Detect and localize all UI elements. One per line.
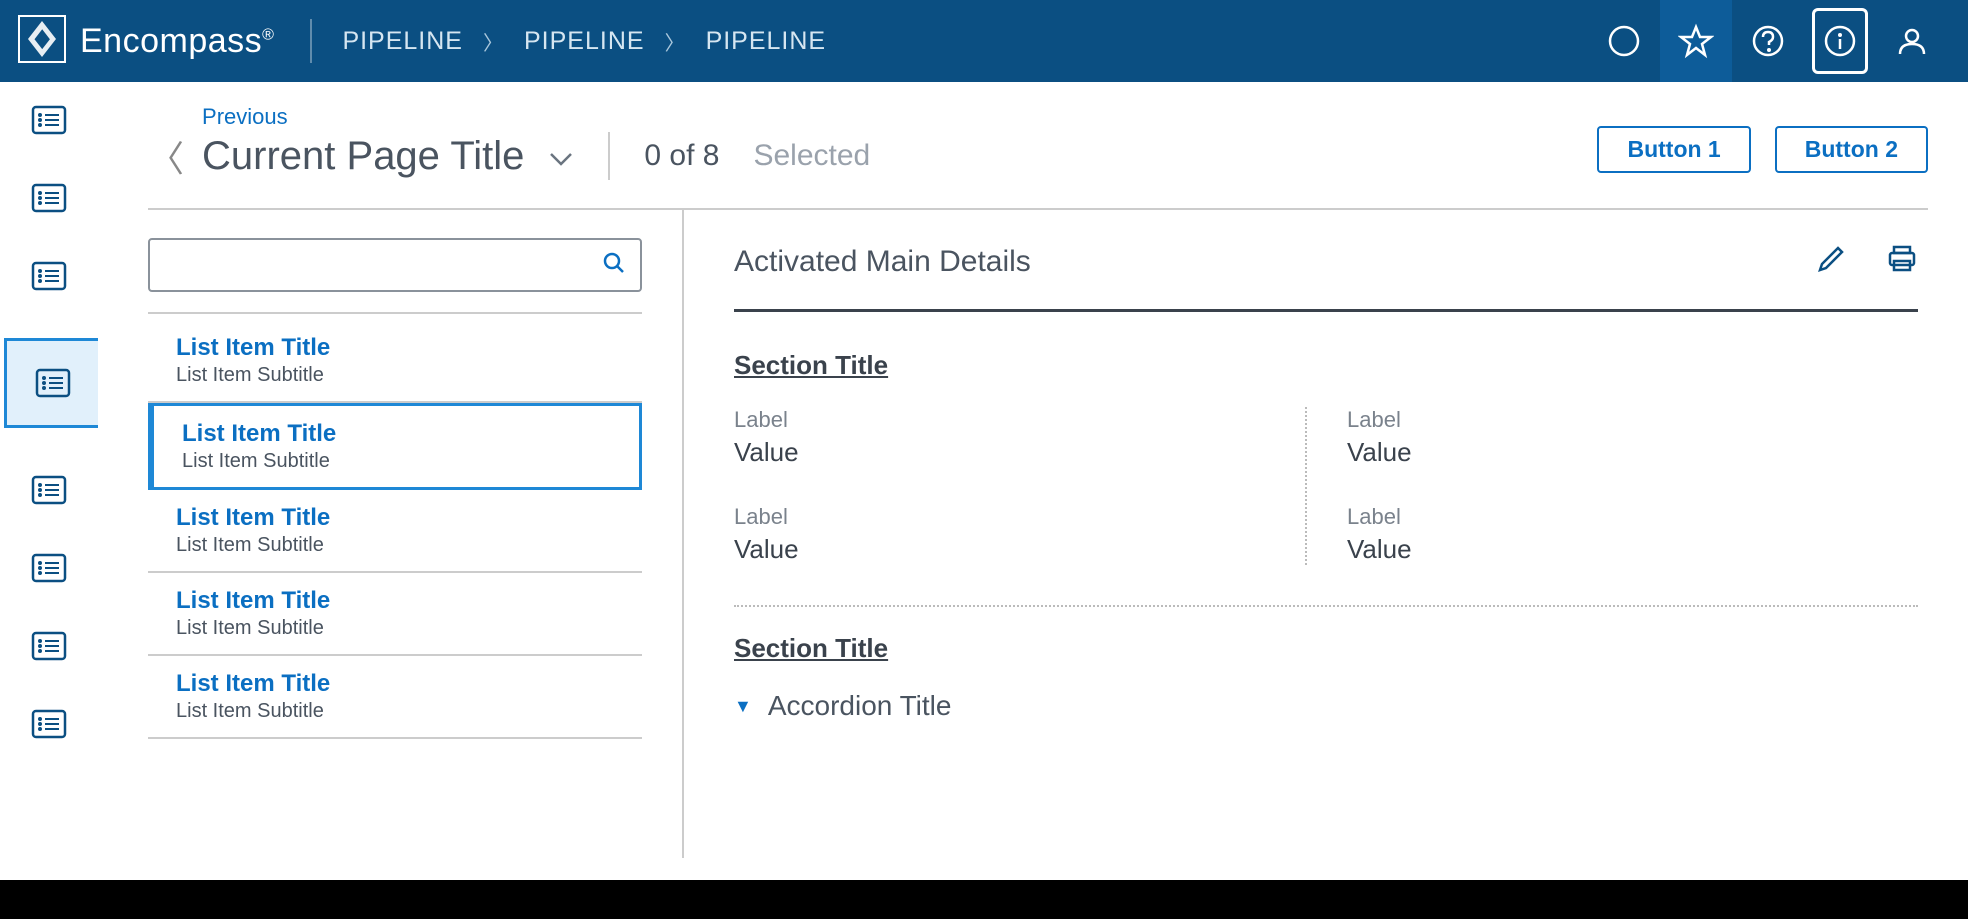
field: Label Value <box>734 407 1275 468</box>
list-item-title: List Item Title <box>176 587 622 615</box>
page-header: 〈 Previous Current Page Title 0 of 8 Sel… <box>148 102 1928 210</box>
brand-logo-icon <box>18 15 66 68</box>
list-item-title: List Item Title <box>176 334 622 362</box>
vertical-divider <box>608 132 610 180</box>
side-rail <box>0 82 98 880</box>
field-label: Label <box>1347 407 1888 433</box>
rail-item[interactable] <box>29 474 69 506</box>
status-circle-icon[interactable] <box>1588 0 1660 82</box>
list-item[interactable]: List Item Title List Item Subtitle <box>148 656 642 739</box>
breadcrumb-item[interactable]: PIPELINE <box>342 27 463 56</box>
info-icon[interactable] <box>1804 0 1876 82</box>
list-item-title: List Item Title <box>176 504 622 532</box>
details-header: Activated Main Details <box>734 244 1918 312</box>
section-title: Section Title <box>734 633 1918 664</box>
list-item-subtitle: List Item Subtitle <box>182 450 619 473</box>
selection-count: 0 of 8 <box>644 139 719 173</box>
field-value: Value <box>1347 437 1888 468</box>
chevron-right-icon: 〉 <box>665 27 686 56</box>
button-2[interactable]: Button 2 <box>1775 126 1928 173</box>
search-box[interactable] <box>148 238 642 292</box>
caret-down-icon: ▼ <box>734 696 752 717</box>
brand-name: Encompass® <box>80 22 274 61</box>
list-item-subtitle: List Item Subtitle <box>176 534 622 557</box>
print-icon[interactable] <box>1886 244 1918 279</box>
section-title: Section Title <box>734 350 1918 381</box>
field: Label Value <box>1347 407 1888 468</box>
favorite-star-icon[interactable] <box>1660 0 1732 82</box>
breadcrumb: PIPELINE 〉 PIPELINE 〉 PIPELINE <box>342 27 826 56</box>
back-chevron-icon[interactable]: 〈 <box>148 130 184 182</box>
chevron-right-icon: 〉 <box>483 27 504 56</box>
accordion-title: Accordion Title <box>768 690 952 722</box>
title-dropdown-icon[interactable] <box>548 147 574 173</box>
list-item-title: List Item Title <box>182 420 619 448</box>
list-item-subtitle: List Item Subtitle <box>176 617 622 640</box>
header-actions <box>1588 0 1948 82</box>
accordion-toggle[interactable]: ▼ Accordion Title <box>734 690 1918 722</box>
list-divider <box>148 312 642 314</box>
list-item-selected[interactable]: List Item Title List Item Subtitle <box>148 403 642 490</box>
rail-item[interactable] <box>29 708 69 740</box>
rail-item[interactable] <box>29 630 69 662</box>
details-section: Section Title ▼ Accordion Title <box>734 607 1918 722</box>
search-icon[interactable] <box>602 251 626 280</box>
rail-item[interactable] <box>29 260 69 292</box>
list-item[interactable]: List Item Title List Item Subtitle <box>148 573 642 656</box>
page-title: Current Page Title <box>202 134 524 179</box>
field: Label Value <box>1347 504 1888 565</box>
details-section: Section Title Label Value Label Value <box>734 312 1918 607</box>
rail-item[interactable] <box>29 104 69 136</box>
edit-pencil-icon[interactable] <box>1816 244 1846 279</box>
field-label: Label <box>1347 504 1888 530</box>
rail-item[interactable] <box>29 182 69 214</box>
search-input[interactable] <box>164 254 602 277</box>
field-value: Value <box>734 437 1275 468</box>
breadcrumb-item[interactable]: PIPELINE <box>524 27 645 56</box>
field: Label Value <box>734 504 1275 565</box>
app-header: Encompass® PIPELINE 〉 PIPELINE 〉 PIPELIN… <box>0 0 1968 82</box>
field-label: Label <box>734 407 1275 433</box>
previous-link[interactable]: Previous <box>202 104 870 130</box>
rail-item[interactable] <box>29 552 69 584</box>
list-item-title: List Item Title <box>176 670 622 698</box>
brand-area: Encompass® <box>18 15 274 68</box>
button-1[interactable]: Button 1 <box>1597 126 1750 173</box>
list-item[interactable]: List Item Title List Item Subtitle <box>148 490 642 573</box>
selection-label: Selected <box>753 139 870 173</box>
user-profile-icon[interactable] <box>1876 0 1948 82</box>
help-icon[interactable] <box>1732 0 1804 82</box>
list-item-subtitle: List Item Subtitle <box>176 364 622 387</box>
details-panel: Activated Main Details Section Title <box>684 210 1928 858</box>
field-label: Label <box>734 504 1275 530</box>
list-item-subtitle: List Item Subtitle <box>176 700 622 723</box>
list-panel: List Item Title List Item Subtitle List … <box>148 210 684 858</box>
field-value: Value <box>734 534 1275 565</box>
breadcrumb-item[interactable]: PIPELINE <box>706 27 827 56</box>
field-value: Value <box>1347 534 1888 565</box>
details-title: Activated Main Details <box>734 245 1031 279</box>
header-divider <box>310 19 312 63</box>
list-item[interactable]: List Item Title List Item Subtitle <box>148 320 642 403</box>
rail-item-active[interactable] <box>4 338 98 428</box>
